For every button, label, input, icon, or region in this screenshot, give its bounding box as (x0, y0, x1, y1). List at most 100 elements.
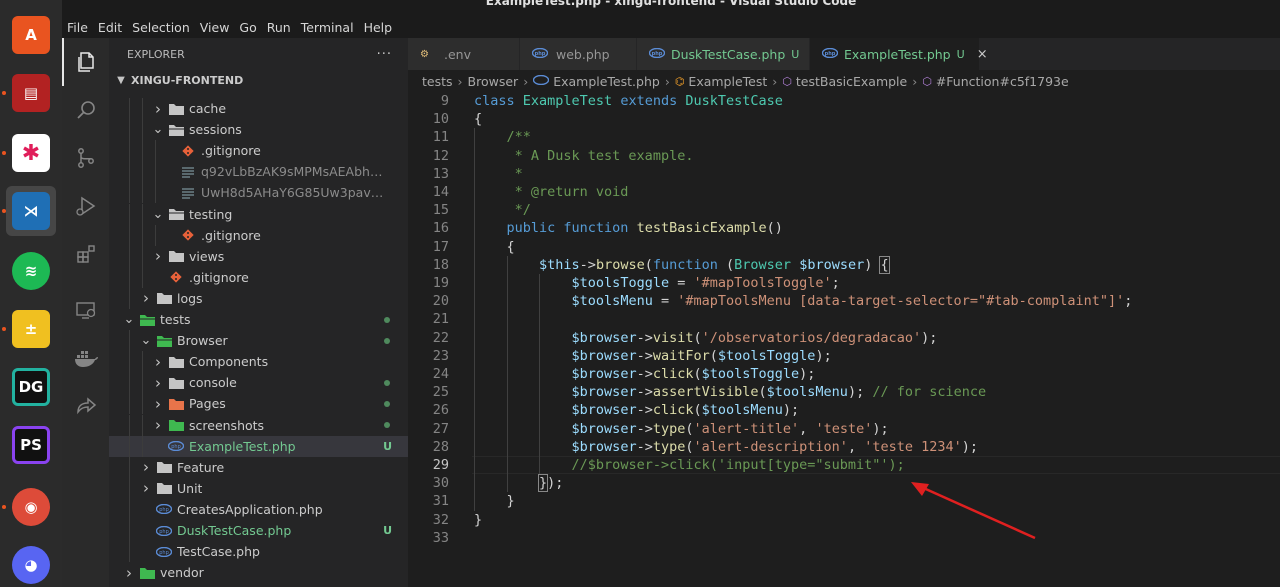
chevron-right-icon: › (912, 73, 918, 89)
menu-terminal[interactable]: Terminal (301, 20, 354, 35)
activity-bar (62, 38, 109, 587)
folder-logs[interactable]: › logs (109, 287, 408, 309)
calculator-icon[interactable]: ± (6, 304, 56, 354)
code-editor[interactable]: 9 class ExampleTest extends DuskTestCase 1… (408, 92, 1280, 587)
file-item[interactable]: .gitignore (109, 266, 408, 288)
code-line: 31 } (408, 492, 1280, 511)
tree-item-label: Feature (177, 459, 225, 475)
run-debug-icon[interactable] (62, 182, 109, 230)
breadcrumb-item[interactable]: Browser (468, 74, 519, 89)
breadcrumb-item[interactable]: ExampleTest.php (553, 74, 660, 89)
code-token: browse (595, 256, 645, 273)
code-token: ); (921, 329, 938, 346)
file-item[interactable]: php TestCase.php (109, 541, 408, 563)
php-file-icon: php (156, 524, 172, 538)
folder-icon (139, 566, 155, 580)
software-store-icon[interactable]: A (6, 10, 56, 60)
live-share-icon[interactable] (62, 382, 109, 430)
folder-pages[interactable]: › Pages (109, 393, 408, 415)
folder-screenshots[interactable]: › screenshots (109, 414, 408, 436)
running-indicator (2, 151, 6, 155)
code-line: 27 $browser->type('alert-title', 'teste'… (408, 419, 1280, 438)
code-token: ( (693, 402, 702, 419)
datagrip-icon[interactable]: DG (6, 362, 56, 412)
close-icon[interactable]: × (977, 47, 988, 62)
breadcrumb-item[interactable]: testBasicExample (796, 74, 907, 89)
editor-area: ⚙ .env php web.php php DuskTestCase.php Uphp Ex… (408, 38, 1280, 587)
indent-guide (142, 245, 143, 267)
file-item[interactable]: php CreatesApplication.php (109, 498, 408, 520)
tab-label: ExampleTest.php (844, 46, 951, 62)
code-token: 'alert-title' (693, 420, 800, 437)
slack-icon[interactable]: ✱ (6, 128, 56, 178)
chevron-right-icon: › (155, 247, 161, 266)
code-token: $this (539, 256, 580, 273)
folder-views[interactable]: › views (109, 245, 408, 267)
folder-feature[interactable]: › Feature (109, 456, 408, 478)
folder-cache[interactable]: › cache (109, 98, 408, 119)
folder-components[interactable]: › Components (109, 351, 408, 373)
menu-help[interactable]: Help (364, 20, 393, 35)
menu-selection[interactable]: Selection (132, 20, 190, 35)
code-token: public function (506, 220, 637, 237)
tree-item-label: sessions (189, 122, 242, 138)
tree-item-label: tests (160, 312, 191, 327)
search-icon[interactable] (62, 86, 109, 134)
code-token: $browser (571, 366, 637, 382)
menu-file[interactable]: File (67, 20, 88, 35)
folder-tests[interactable]: ⌄ tests (109, 309, 408, 330)
chevron-right-icon: › (126, 563, 132, 582)
folder-browser[interactable]: ⌄ Browser (109, 330, 408, 352)
menu-edit[interactable]: Edit (98, 20, 122, 35)
red-app-icon[interactable]: ▤ (6, 68, 56, 118)
tree-item-label: q92vLbBzAK9sMPMsAEAbhGVn5yJZ... (201, 164, 390, 180)
code-text: { (474, 238, 515, 256)
more-actions-button[interactable]: ··· (377, 47, 392, 62)
tab-exampletest-php[interactable]: php ExampleTest.php U × (810, 38, 988, 70)
folder-console[interactable]: › console (109, 372, 408, 394)
modified-dot-icon (384, 337, 390, 344)
project-header[interactable]: ▼ XINGU-FRONTEND (109, 70, 408, 90)
folder-vendor[interactable]: › vendor (109, 562, 408, 583)
file-item[interactable]: UwH8d5AHaY6G85Uw3pav9hHKRH6... (109, 182, 408, 204)
code-line: 20 $toolsMenu = '#mapToolsMenu [data-tar… (408, 292, 1280, 311)
indent-guide (129, 330, 130, 352)
discord-icon[interactable]: ◕ (6, 540, 56, 587)
indent-guide (129, 98, 130, 119)
file-item[interactable]: .gitignore (109, 224, 408, 246)
breadcrumb-item[interactable]: #Function#c5f1793e (936, 74, 1069, 89)
extensions-icon[interactable] (62, 230, 109, 278)
git-icon (180, 228, 196, 242)
phpstorm-icon[interactable]: PS (6, 420, 56, 470)
docker-icon[interactable] (62, 334, 109, 382)
tab-web-php[interactable]: php web.php (520, 38, 637, 70)
chrome-icon[interactable]: ◉ (6, 482, 56, 532)
code-token: ( (693, 366, 702, 382)
file-item[interactable]: q92vLbBzAK9sMPMsAEAbhGVn5yJZ... (109, 161, 408, 183)
explorer-title: EXPLORER (127, 47, 185, 61)
file-item[interactable]: php ExampleTest.php U (109, 435, 408, 457)
file-item[interactable]: php DuskTestCase.php U (109, 520, 408, 541)
remote-explorer-icon[interactable] (62, 286, 109, 334)
folder-testing[interactable]: ⌄ testing (109, 203, 408, 225)
folder-unit[interactable]: › Unit (109, 477, 408, 499)
source-control-icon[interactable] (62, 134, 109, 182)
tab-dusktestcase-php[interactable]: php DuskTestCase.php U (637, 38, 810, 70)
code-token: -> (636, 347, 653, 364)
tab-label: DuskTestCase.php (671, 46, 786, 62)
code-token: '#mapToolsToggle' (693, 275, 832, 291)
menu-view[interactable]: View (200, 20, 230, 35)
file-item[interactable]: .gitignore (109, 140, 408, 162)
code-token: ExampleTest (522, 93, 621, 109)
menu-go[interactable]: Go (239, 20, 256, 35)
vscode-icon[interactable]: ⋊ (6, 186, 56, 236)
breadcrumb-item[interactable]: ExampleTest (688, 74, 767, 89)
indent-guide (129, 520, 130, 541)
code-token: -> (579, 256, 596, 273)
tab--env[interactable]: ⚙ .env (408, 38, 520, 70)
explorer-icon[interactable] (62, 38, 109, 86)
menu-run[interactable]: Run (267, 20, 291, 35)
breadcrumb-item[interactable]: tests (422, 74, 453, 89)
folder-sessions[interactable]: ⌄ sessions (109, 119, 408, 141)
spotify-icon[interactable]: ≋ (6, 246, 56, 296)
